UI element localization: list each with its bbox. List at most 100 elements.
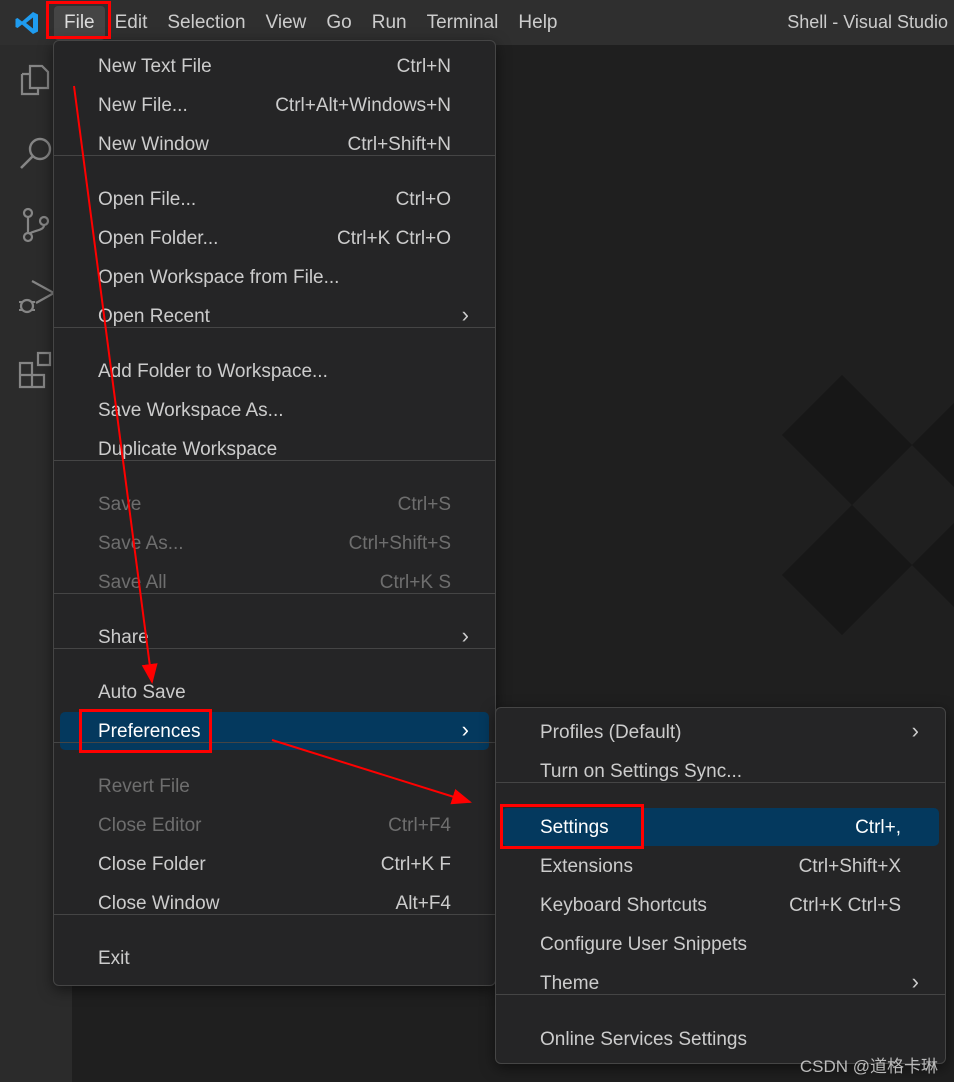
menu-item-keyboard-shortcuts[interactable]: Keyboard Shortcuts Ctrl+K Ctrl+S [502,886,939,924]
menu-item-auto-save[interactable]: Auto Save [60,673,489,711]
menu-item-label: Close Window [98,893,220,914]
menu-item-label: New File... [98,95,188,116]
menu-item-label: New Window [98,134,209,155]
menu-run[interactable]: Run [362,6,417,40]
menu-item-label: Open File... [98,189,197,210]
menu-item-open-recent[interactable]: Open Recent › [60,297,489,335]
menu-item-extensions[interactable]: Extensions Ctrl+Shift+X [502,847,939,885]
chevron-right-icon: › [461,302,469,327]
chevron-right-icon: › [461,717,469,742]
menu-item-shortcut: Ctrl+K S [379,572,451,593]
menu-item-label: Open Folder... [98,228,219,249]
menu-separator [496,782,945,783]
chevron-right-icon: › [911,718,919,743]
menu-item-shortcut: Ctrl+Shift+N [347,134,451,155]
credit-watermark: CSDN @道格卡琳 [799,1057,938,1076]
menu-selection[interactable]: Selection [157,6,255,40]
menu-file[interactable]: File [54,5,105,40]
menu-item-label: Save As... [98,533,184,554]
menu-item-close-window[interactable]: Close Window Alt+F4 [60,884,489,922]
menu-item-label: Profiles (Default) [540,722,682,743]
menu-item-open-file[interactable]: Open File... Ctrl+O [60,180,489,218]
search-icon[interactable] [16,133,56,173]
explorer-icon[interactable] [16,60,56,100]
window-title: Shell - Visual Studio [787,12,948,32]
menu-edit[interactable]: Edit [105,6,158,40]
menu-terminal[interactable]: Terminal [417,6,509,40]
menu-item-label: Configure User Snippets [540,934,747,955]
menu-item-label: New Text File [98,56,212,77]
menu-item-profiles-default[interactable]: Profiles (Default) › [502,713,939,751]
menu-item-label: Settings [540,817,609,838]
menu-item-shortcut: Ctrl+F4 [388,815,451,836]
menu-item-shortcut: Ctrl+Shift+X [798,856,901,877]
menu-item-close-editor[interactable]: Close Editor Ctrl+F4 [60,806,489,844]
vscode-logo-icon[interactable] [0,0,54,45]
menu-separator [54,460,495,461]
menu-item-preferences[interactable]: Preferences › [60,712,489,750]
menu-separator [54,914,495,915]
menu-item-open-folder[interactable]: Open Folder... Ctrl+K Ctrl+O [60,219,489,257]
menu-item-label: Close Folder [98,854,206,875]
menu-item-save[interactable]: Save Ctrl+S [60,485,489,523]
menu-item-shortcut: Ctrl+S [397,494,451,515]
menu-item-label: Open Workspace from File... [98,267,340,288]
menu-item-label: Theme [540,973,600,994]
menu-item-duplicate-workspace[interactable]: Duplicate Workspace [60,430,489,468]
menu-item-shortcut: Ctrl+K Ctrl+S [789,895,901,916]
menu-go[interactable]: Go [316,6,361,40]
menu-separator [54,593,495,594]
menu-item-label: Revert File [98,776,190,797]
menu-item-save-workspace-as[interactable]: Save Workspace As... [60,391,489,429]
menu-item-label: Share [98,627,149,648]
preferences-submenu: Profiles (Default) › Turn on Settings Sync… [495,707,946,1064]
menu-item-label: Duplicate Workspace [98,439,278,460]
menu-item-label: Save Workspace As... [98,400,284,421]
menu-item-shortcut: Alt+F4 [395,893,451,914]
run-debug-icon[interactable] [16,277,56,317]
menu-separator [54,742,495,743]
menu-item-save-all[interactable]: Save All Ctrl+K S [60,563,489,601]
menu-item-revert-file[interactable]: Revert File [60,767,489,805]
menu-item-shortcut: Ctrl+N [396,56,451,77]
menu-item-shortcut: Ctrl+Alt+Windows+N [275,95,451,116]
menu-item-label: Save [98,494,142,515]
menu-item-label: Exit [98,948,130,969]
menu-item-label: Auto Save [98,682,186,703]
menu-separator [54,327,495,328]
menu-item-label: Save All [98,572,167,593]
menu-item-turn-on-settings-sync[interactable]: Turn on Settings Sync... [502,752,939,790]
menu-item-shortcut: Ctrl+, [855,817,901,838]
file-menu: New Text File Ctrl+N New File... Ctrl+Alt+W… [53,40,496,986]
menu-item-save-as[interactable]: Save As... Ctrl+Shift+S [60,524,489,562]
menu-item-settings[interactable]: Settings Ctrl+, [502,808,939,846]
menu-item-exit[interactable]: Exit [60,939,489,977]
menu-item-shortcut: Ctrl+O [395,189,451,210]
menu-item-open-workspace-from-file[interactable]: Open Workspace from File... [60,258,489,296]
menu-item-label: Online Services Settings [540,1029,747,1050]
menu-item-label: Close Editor [98,815,202,836]
menu-item-label: Turn on Settings Sync... [540,761,743,782]
menu-item-share[interactable]: Share › [60,618,489,656]
menu-item-theme[interactable]: Theme › [502,964,939,1002]
menu-separator [54,155,495,156]
chevron-right-icon: › [911,969,919,994]
menu-item-label: Preferences [98,721,201,742]
menu-view[interactable]: View [256,6,317,40]
menu-item-configure-user-snippets[interactable]: Configure User Snippets [502,925,939,963]
menu-item-new-window[interactable]: New Window Ctrl+Shift+N [60,125,489,163]
menu-item-close-folder[interactable]: Close Folder Ctrl+K F [60,845,489,883]
menu-separator [54,648,495,649]
extensions-icon[interactable] [16,349,56,389]
vscode-watermark-icon [782,375,954,635]
chevron-right-icon: › [461,623,469,648]
menu-separator [496,994,945,995]
menu-item-new-file[interactable]: New File... Ctrl+Alt+Windows+N [60,86,489,124]
menu-item-label: Keyboard Shortcuts [540,895,707,916]
menu-item-label: Add Folder to Workspace... [98,361,328,382]
menu-item-new-text-file[interactable]: New Text File Ctrl+N [60,47,489,85]
menu-help[interactable]: Help [508,6,567,40]
menu-item-add-folder-to-workspace[interactable]: Add Folder to Workspace... [60,352,489,390]
source-control-icon[interactable] [16,205,56,245]
menu-item-shortcut: Ctrl+K F [380,854,451,875]
